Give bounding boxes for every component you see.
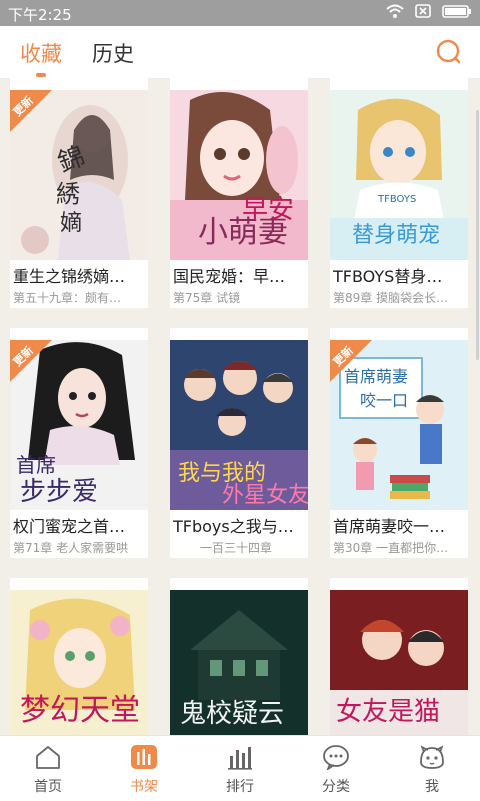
svg-text:咬一口: 咬一口 bbox=[360, 391, 408, 410]
battery-icon bbox=[442, 5, 471, 18]
book-cover: 小萌妻 早安 bbox=[170, 90, 308, 260]
no-sim-icon bbox=[415, 4, 431, 18]
active-tab-indicator bbox=[36, 73, 46, 77]
book-cover: 鬼校疑云 bbox=[170, 590, 308, 735]
svg-text:替身萌宠: 替身萌宠 bbox=[352, 223, 440, 248]
svg-text:梦幻天堂: 梦幻天堂 bbox=[20, 693, 140, 728]
svg-text:早安: 早安 bbox=[242, 195, 294, 225]
book-card[interactable]: 替身萌宠 TFBOYS TFBOYS替身… 第89章 摸脑袋会长… bbox=[330, 78, 468, 308]
latest-chapter: 第30章 一直都把你… bbox=[333, 541, 449, 555]
svg-text:外星女友: 外星女友 bbox=[222, 483, 308, 508]
book-card[interactable]: 我与我的 外星女友 TFboys之我与… 一百三十四章 bbox=[170, 328, 308, 558]
book-card[interactable]: 首席萌妻 咬一口 更新 首席萌妻咬一… 第30章 一直都把你… bbox=[330, 328, 468, 558]
nav-bookshelf[interactable]: 书架 bbox=[96, 736, 192, 801]
latest-chapter: 第75章 试镜 bbox=[173, 291, 241, 305]
nav-category[interactable]: 分类 bbox=[288, 736, 384, 801]
latest-chapter: 第89章 摸脑袋会长… bbox=[333, 291, 449, 305]
book-title: TFboys之我与… bbox=[173, 517, 294, 536]
svg-text:首席: 首席 bbox=[16, 453, 56, 477]
book-card[interactable]: 女友是猫 bbox=[330, 578, 468, 735]
bookshelf-grid: 錦 綉 嫡 更新 重生之锦绣嫡… 第五十九章：颇有… 小萌妻 早安 国民宠婚：早… bbox=[0, 78, 480, 735]
book-card[interactable]: 鬼校疑云 bbox=[170, 578, 308, 735]
latest-chapter: 第五十九章：颇有… bbox=[13, 291, 122, 305]
book-title: 国民宠婚：早… bbox=[173, 267, 286, 286]
book-title: 权门蜜宠之首… bbox=[13, 517, 126, 536]
home-icon bbox=[36, 746, 60, 769]
book-title: 首席萌妻咬一… bbox=[333, 517, 446, 536]
scrollbar[interactable] bbox=[476, 110, 479, 360]
book-title: TFBOYS替身… bbox=[333, 267, 443, 286]
svg-text:女友是猫: 女友是猫 bbox=[336, 697, 440, 727]
book-card[interactable]: 錦 綉 嫡 更新 重生之锦绣嫡… 第五十九章：颇有… bbox=[10, 78, 148, 308]
nav-ranking[interactable]: 排行 bbox=[192, 736, 288, 801]
book-card[interactable]: 小萌妻 早安 国民宠婚：早… 第75章 试镜 bbox=[170, 78, 308, 308]
svg-text:TFBOYS: TFBOYS bbox=[377, 194, 416, 205]
latest-chapter: 第71章 老人家需要哄 bbox=[13, 541, 129, 555]
svg-text:鬼校疑云: 鬼校疑云 bbox=[180, 699, 284, 729]
ranking-icon bbox=[228, 747, 252, 770]
book-cover: 女友是猫 bbox=[330, 590, 468, 735]
search-icon[interactable] bbox=[434, 38, 462, 66]
update-badge: 更新 bbox=[10, 340, 52, 382]
wifi-icon bbox=[386, 4, 404, 18]
status-time: 下午2:25 bbox=[8, 6, 72, 24]
tab-favorites[interactable]: 收藏 bbox=[20, 38, 62, 68]
tab-history[interactable]: 历史 bbox=[92, 38, 134, 68]
status-bar: 下午2:25 bbox=[0, 0, 480, 26]
top-tab-bar: 收藏 历史 bbox=[0, 26, 480, 79]
update-badge: 更新 bbox=[330, 340, 372, 382]
book-cover: 替身萌宠 TFBOYS bbox=[330, 90, 468, 260]
profile-icon bbox=[420, 745, 444, 769]
update-badge: 更新 bbox=[10, 90, 52, 132]
category-icon bbox=[323, 745, 349, 770]
nav-profile[interactable]: 我 bbox=[384, 736, 480, 801]
book-cover: 我与我的 外星女友 bbox=[170, 340, 308, 510]
latest-chapter: 一百三十四章 bbox=[200, 541, 273, 555]
nav-home[interactable]: 首页 bbox=[0, 736, 96, 801]
book-cover: 梦幻天堂 bbox=[10, 590, 148, 735]
svg-text:綉: 綉 bbox=[56, 180, 80, 208]
book-title: 重生之锦绣嫡… bbox=[13, 267, 126, 286]
svg-text:嫡: 嫡 bbox=[60, 211, 82, 236]
bottom-nav: 首页 书架 排行 分类 我 bbox=[0, 735, 480, 801]
bookshelf-icon bbox=[131, 745, 157, 769]
book-card[interactable]: 梦幻天堂 bbox=[10, 578, 148, 735]
svg-text:步步爱: 步步爱 bbox=[20, 477, 98, 507]
book-card[interactable]: 首席 步步爱 更新 权门蜜宠之首… 第71章 老人家需要哄 bbox=[10, 328, 148, 558]
